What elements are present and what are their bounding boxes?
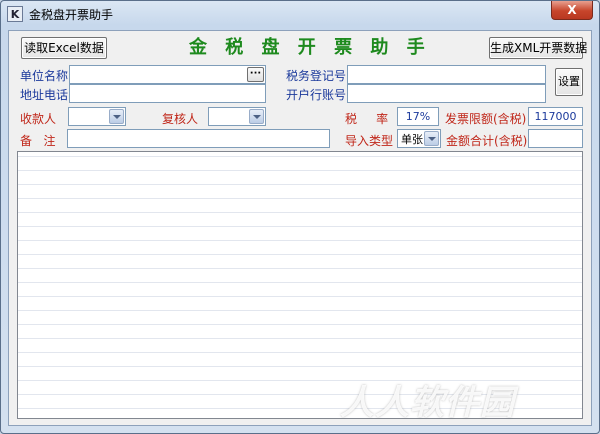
browse-button[interactable]: ··· (247, 67, 264, 82)
tax-rate-label: 税 率 (345, 112, 389, 126)
watermark: 人人软件园 (340, 383, 515, 423)
title-bar[interactable]: K 金税盘开票助手 X (1, 1, 599, 27)
generate-xml-button[interactable]: 生成XML开票数据 (489, 37, 587, 59)
bank-account-label: 开户行账号 (286, 88, 347, 102)
invoice-limit-input[interactable]: 117000 (528, 107, 583, 126)
total-amount-input[interactable] (528, 129, 583, 148)
remark-label: 备 注 (20, 134, 56, 148)
reviewer-label: 复核人 (162, 112, 199, 126)
chevron-down-icon[interactable] (424, 131, 439, 146)
bank-account-input[interactable] (347, 84, 546, 103)
reviewer-select[interactable] (208, 107, 266, 126)
page-title: 金 税 盘 开 票 助 手 (189, 37, 431, 58)
window-title: 金税盘开票助手 (29, 8, 114, 22)
import-type-value: 单张 (401, 133, 423, 146)
address-phone-label: 地址电话 (20, 88, 69, 102)
import-type-select[interactable]: 单张 (397, 129, 441, 148)
chevron-down-icon[interactable] (109, 109, 124, 124)
tax-registration-label: 税务登记号 (286, 69, 347, 83)
settings-button[interactable]: 设置 (555, 68, 583, 96)
tax-rate-input[interactable]: 17% (397, 107, 439, 126)
address-phone-input[interactable] (69, 84, 266, 103)
tax-registration-input[interactable] (347, 65, 546, 84)
app-logo-icon: K (7, 6, 23, 22)
payee-select[interactable] (68, 107, 126, 126)
remark-input[interactable] (67, 129, 330, 148)
chevron-down-icon[interactable] (249, 109, 264, 124)
invoice-limit-label: 发票限额(含税) (445, 112, 527, 126)
close-button[interactable]: X (551, 1, 593, 20)
company-name-label: 单位名称 (20, 69, 69, 83)
main-panel: 读取Excel数据 金 税 盘 开 票 助 手 生成XML开票数据 单位名称 ·… (8, 30, 592, 426)
company-name-input[interactable]: ··· (69, 65, 266, 84)
read-excel-button[interactable]: 读取Excel数据 (21, 37, 107, 59)
total-amount-label: 金额合计(含税) (446, 134, 528, 148)
payee-label: 收款人 (20, 112, 57, 126)
app-window: K 金税盘开票助手 X 读取Excel数据 金 税 盘 开 票 助 手 生成XM… (0, 0, 600, 434)
import-type-label: 导入类型 (345, 134, 394, 148)
